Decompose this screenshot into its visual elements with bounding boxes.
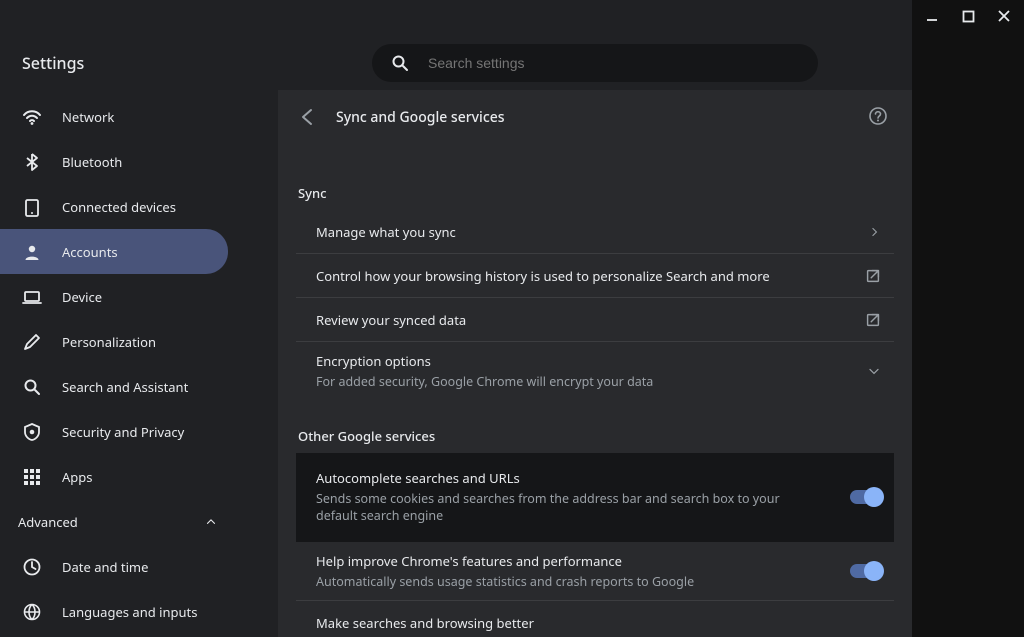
search-box[interactable]	[372, 44, 818, 82]
pencil-icon	[22, 332, 42, 352]
row-sublabel: For added security, Google Chrome will e…	[316, 373, 653, 391]
sidebar-item-date-time[interactable]: Date and time	[0, 544, 228, 589]
chevron-up-icon	[204, 515, 218, 529]
row-encryption-options[interactable]: Encryption options For added security, G…	[296, 342, 894, 401]
sidebar-item-apps[interactable]: Apps	[0, 454, 228, 499]
bluetooth-icon	[22, 152, 42, 172]
content-pane: Sync and Google services Sync Manage wha…	[278, 90, 912, 637]
sidebar-item-bluetooth[interactable]: Bluetooth	[0, 139, 228, 184]
toggle-autocomplete[interactable]	[850, 490, 882, 504]
row-review-synced-data[interactable]: Review your synced data	[296, 298, 894, 342]
toggle-help-improve[interactable]	[850, 564, 882, 578]
row-sublabel: Sends some cookies and searches from the…	[316, 490, 796, 525]
app-title: Settings	[22, 52, 84, 74]
row-help-improve[interactable]: Help improve Chrome's features and perfo…	[296, 542, 894, 602]
search-input[interactable]	[428, 55, 800, 71]
sidebar-item-label: Device	[62, 288, 102, 306]
sidebar-item-label: Apps	[62, 468, 93, 486]
sidebar-item-device[interactable]: Device	[0, 274, 228, 319]
chevron-right-icon	[868, 225, 890, 239]
search-icon	[22, 377, 42, 397]
sidebar-item-label: Accounts	[62, 243, 118, 261]
sidebar-item-label: Security and Privacy	[62, 423, 184, 441]
sidebar-item-network[interactable]: Network	[0, 94, 228, 139]
sidebar-item-label: Date and time	[62, 558, 148, 576]
row-browsing-history[interactable]: Control how your browsing history is use…	[296, 254, 894, 298]
back-button[interactable]	[298, 107, 318, 127]
globe-icon	[22, 602, 42, 622]
window-controls	[920, 4, 1016, 28]
sidebar-item-search-assistant[interactable]: Search and Assistant	[0, 364, 228, 409]
sidebar-item-connected-devices[interactable]: Connected devices	[0, 184, 228, 229]
row-manage-sync[interactable]: Manage what you sync	[296, 210, 894, 254]
row-label: Autocomplete searches and URLs	[316, 469, 796, 487]
clock-icon	[22, 557, 42, 577]
page-title: Sync and Google services	[336, 108, 505, 127]
window-maximize-button[interactable]	[956, 4, 980, 28]
sidebar-item-label: Connected devices	[62, 198, 176, 216]
external-link-icon	[864, 311, 890, 329]
search-icon	[390, 53, 410, 73]
sidebar-item-label: Personalization	[62, 333, 156, 351]
row-label: Help improve Chrome's features and perfo…	[316, 552, 694, 570]
apps-icon	[22, 467, 42, 487]
sidebar-item-security-privacy[interactable]: Security and Privacy	[0, 409, 228, 454]
section-title-sync: Sync	[298, 184, 894, 202]
wifi-icon	[22, 107, 42, 127]
sidebar-item-languages-inputs[interactable]: Languages and inputs	[0, 589, 228, 634]
advanced-label: Advanced	[18, 513, 78, 531]
row-sublabel: Automatically sends usage statistics and…	[316, 573, 694, 591]
devices-icon	[22, 197, 42, 217]
sidebar-item-label: Bluetooth	[62, 153, 122, 171]
sidebar-item-label: Network	[62, 108, 114, 126]
row-autocomplete[interactable]: Autocomplete searches and URLs Sends som…	[296, 453, 894, 542]
window-minimize-button[interactable]	[920, 4, 944, 28]
laptop-icon	[22, 287, 42, 307]
section-title-other-services: Other Google services	[298, 427, 894, 445]
sidebar-item-accounts[interactable]: Accounts	[0, 229, 228, 274]
row-label: Control how your browsing history is use…	[316, 267, 770, 285]
sidebar-item-label: Search and Assistant	[62, 378, 188, 396]
row-make-searches-better[interactable]: Make searches and browsing better	[296, 601, 894, 637]
sidebar-item-label: Languages and inputs	[62, 603, 197, 621]
row-label: Make searches and browsing better	[316, 614, 534, 632]
sidebar: Network Bluetooth Connected devices Acco…	[0, 90, 278, 637]
window-close-button[interactable]	[992, 4, 1016, 28]
row-label: Encryption options	[316, 352, 653, 370]
sidebar-advanced-toggle[interactable]: Advanced	[0, 499, 278, 544]
help-button[interactable]	[868, 106, 888, 126]
page-header: Sync and Google services	[278, 90, 912, 144]
sidebar-item-personalization[interactable]: Personalization	[0, 319, 228, 364]
shield-icon	[22, 422, 42, 442]
chevron-down-icon	[866, 363, 890, 379]
person-icon	[22, 242, 42, 262]
external-link-icon	[864, 267, 890, 285]
row-label: Manage what you sync	[316, 223, 456, 241]
window-right-strip	[912, 0, 1024, 637]
row-label: Review your synced data	[316, 311, 466, 329]
